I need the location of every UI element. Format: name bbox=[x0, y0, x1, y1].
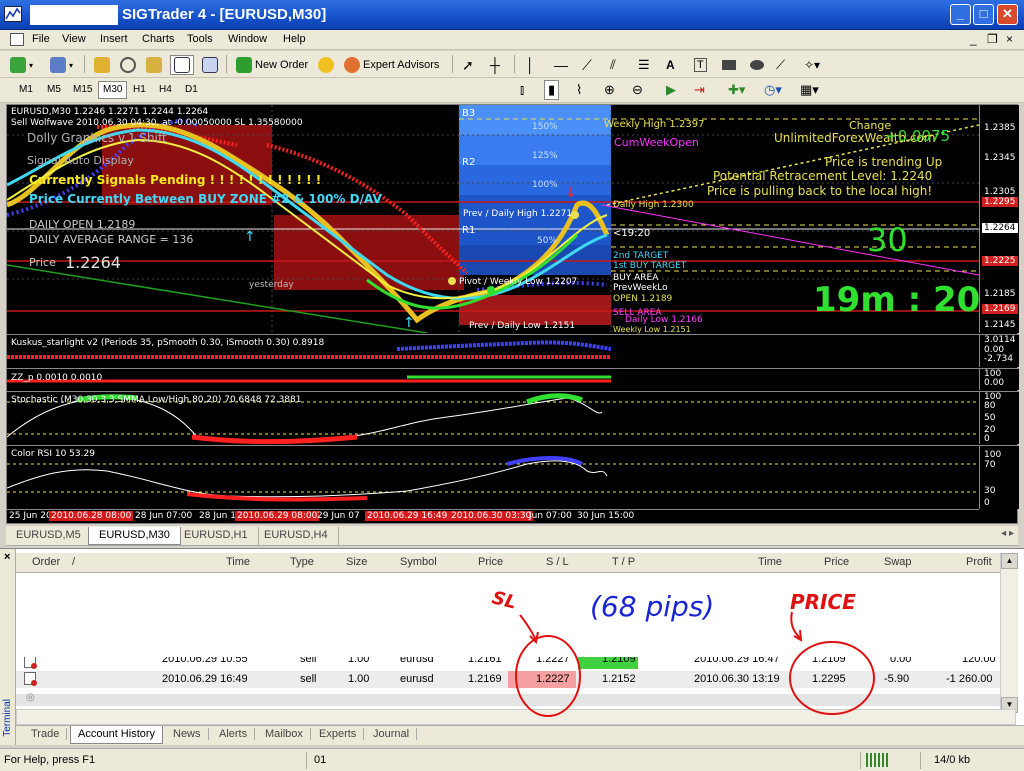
status-help-text: For Help, press F1 bbox=[4, 754, 96, 766]
status-traffic: 14/0 kb bbox=[934, 754, 971, 766]
mt4-window: SIGTrader 4 - [EURUSD,M30] _ □ ✕ File Vi… bbox=[0, 0, 1024, 771]
connection-bars-icon bbox=[866, 753, 888, 767]
status-profile: 01 bbox=[314, 754, 327, 766]
status-bar: For Help, press F1 01 14/0 kb bbox=[0, 748, 1024, 771]
annotation-graphics bbox=[515, 611, 875, 717]
